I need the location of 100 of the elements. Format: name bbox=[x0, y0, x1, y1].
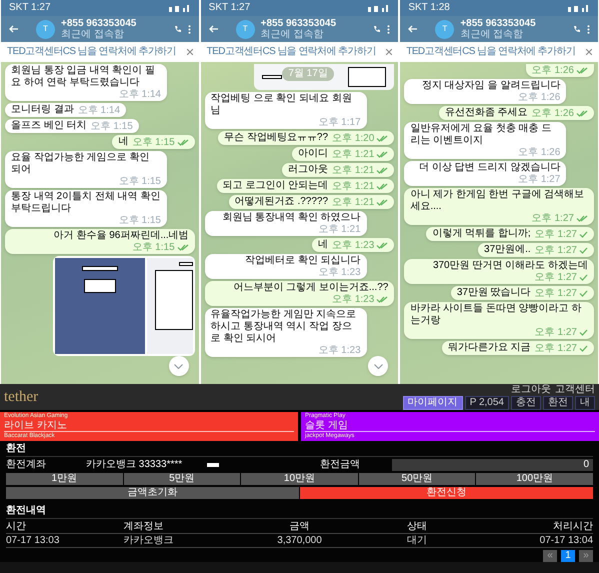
message-time: 오후 1:21 bbox=[332, 197, 374, 208]
message-time: 오후 1:21 bbox=[332, 181, 374, 192]
amount-button[interactable]: 100만원 bbox=[476, 473, 593, 485]
column-header: 시간 bbox=[6, 521, 27, 533]
message-text: 네 bbox=[118, 136, 128, 148]
redaction-box bbox=[178, 262, 193, 266]
header-link[interactable]: 고객센터 bbox=[555, 384, 595, 394]
message-text: 어느부분이 그렇게 보이는거죠...?? bbox=[233, 282, 388, 294]
amount-field[interactable]: 0 bbox=[392, 459, 593, 471]
site-logo[interactable]: tether bbox=[4, 390, 38, 404]
contact-name: +855 963353045 bbox=[260, 18, 338, 29]
amount-button[interactable]: 50만원 bbox=[358, 473, 476, 485]
message-text: 네 bbox=[318, 239, 328, 251]
status-time: SKT 1:27 bbox=[9, 3, 51, 13]
field-label: 환전계좌 bbox=[6, 459, 47, 471]
signal-icon bbox=[368, 4, 390, 12]
back-arrow-icon[interactable] bbox=[9, 25, 18, 33]
signal-icon bbox=[168, 4, 191, 12]
account-value: 카카오뱅크 33333**** bbox=[86, 459, 184, 471]
message-time: 오후 1:27 bbox=[534, 327, 577, 338]
column-header: 상태 bbox=[406, 521, 428, 533]
redaction-box bbox=[84, 279, 116, 293]
more-icon[interactable] bbox=[586, 24, 590, 34]
status-time: SKT 1:27 bbox=[208, 3, 250, 13]
message-time: 오후 1:23 bbox=[318, 345, 361, 356]
amount-button[interactable]: 1만원 bbox=[6, 473, 123, 485]
close-icon[interactable] bbox=[186, 49, 193, 55]
message-text: 어떻게된거죠 .????? bbox=[234, 196, 328, 208]
phone-icon[interactable] bbox=[373, 25, 382, 33]
status-time: SKT 1:28 bbox=[408, 3, 450, 13]
nav-button[interactable]: P 2,054 bbox=[464, 396, 509, 410]
scroll-down-button[interactable] bbox=[368, 356, 388, 376]
back-arrow-icon[interactable] bbox=[208, 25, 218, 33]
nav-button[interactable]: 내 bbox=[575, 396, 595, 410]
reset-button[interactable]: 금액초기화 bbox=[6, 487, 299, 499]
avatar: T bbox=[435, 20, 454, 38]
message-text: 아이디 bbox=[298, 148, 328, 160]
message-text: 뭐가다른가요 지금 bbox=[448, 342, 531, 354]
message-time: 오후 1:27 bbox=[534, 343, 577, 354]
message-time: 오후 1:21 bbox=[332, 149, 374, 160]
message-time: 오후 1:26 bbox=[518, 92, 560, 103]
nav-button[interactable]: 마이페이지 bbox=[402, 396, 463, 410]
table-cell-text: 07-17 13:04 bbox=[538, 534, 594, 547]
message-text: 정지 대상자임 을 알려드립니다 bbox=[422, 80, 560, 92]
message-time: 오후 1:27 bbox=[532, 213, 574, 224]
chevron-down-icon bbox=[374, 364, 383, 368]
add-contact-link[interactable]: TED고객센터CS 님을 연락처에 추가하기 bbox=[7, 47, 176, 57]
message-time: 오후 1:23 bbox=[332, 294, 374, 305]
message-time: 오후 1:15 bbox=[132, 137, 175, 148]
nav-button[interactable]: 충전 bbox=[511, 396, 541, 410]
contact-name: +855 963353045 bbox=[460, 18, 537, 29]
message-time: 오후 1:15 bbox=[132, 242, 175, 253]
nav-button[interactable]: 환전 bbox=[543, 396, 573, 410]
add-contact-link[interactable]: TED고객센터CS 님을 연락처에 추가하기 bbox=[206, 47, 376, 57]
submit-button[interactable]: 환전신청 bbox=[300, 487, 593, 499]
field-label: 환전금액 bbox=[320, 459, 361, 471]
more-icon[interactable] bbox=[387, 24, 390, 34]
phone-icon[interactable] bbox=[572, 25, 581, 33]
table-cell-text: 카카오뱅크 bbox=[123, 534, 174, 547]
column-header: 계좌정보 bbox=[123, 521, 164, 533]
redaction-box bbox=[348, 67, 386, 87]
table-cell-text: 3,370,000 bbox=[276, 534, 323, 547]
page-button[interactable]: 1 bbox=[561, 550, 575, 562]
date-chip: 7월 17일 bbox=[282, 67, 334, 81]
message-text: 러그아웃 bbox=[288, 164, 328, 176]
message-text: 아니 제가 한게임 한번 구글에 검색해보세요.... bbox=[410, 189, 586, 213]
message-time: 오후 1:23 bbox=[318, 267, 361, 278]
message-time: 오후 1:27 bbox=[518, 174, 560, 185]
screenshot-drawing[interactable] bbox=[52, 256, 195, 356]
chevron-down-icon bbox=[174, 364, 184, 368]
message-text: 회원님 통장내역 확인 하였으나 bbox=[222, 212, 361, 224]
message-text: 일반유저에게 요율 첫충 매충 드리는 이벤트이지 bbox=[410, 123, 552, 147]
section-title: 환전내역 bbox=[6, 505, 593, 519]
contact-status: 최근에 접속함 bbox=[260, 29, 324, 40]
column-header: 처리시간 bbox=[552, 521, 594, 533]
amount-button[interactable]: 5만원 bbox=[124, 473, 240, 485]
phone-icon[interactable] bbox=[174, 25, 182, 33]
close-icon[interactable] bbox=[586, 49, 592, 55]
message-time: 오후 1:21 bbox=[318, 224, 361, 235]
message-time: 오후 1:27 bbox=[534, 229, 577, 240]
table-cell-text: 07-17 13:03 bbox=[6, 534, 60, 547]
message-text: 이렇게 먹튀를 합니까; bbox=[432, 228, 531, 240]
header-link[interactable]: 로그아웃 bbox=[511, 384, 551, 394]
more-icon[interactable] bbox=[188, 24, 191, 34]
message-text: 모니터링 결과 bbox=[11, 104, 74, 116]
message-text: 37만원에.. bbox=[484, 244, 531, 256]
message-time: 오후 1:26 bbox=[532, 108, 574, 119]
scroll-down-button[interactable] bbox=[168, 356, 189, 376]
add-contact-link[interactable]: TED고객센터CS 님을 연락처에 추가하기 bbox=[406, 47, 576, 57]
close-icon[interactable] bbox=[386, 49, 392, 55]
avatar: T bbox=[36, 20, 55, 38]
message-time: 오후 1:26 bbox=[518, 147, 560, 158]
message-time: 오후 1:15 bbox=[118, 176, 161, 187]
redaction-box bbox=[154, 270, 193, 330]
amount-button[interactable]: 10만원 bbox=[241, 473, 358, 485]
back-arrow-icon[interactable] bbox=[408, 25, 418, 33]
message-text: 회원님 통장 입금 내역 확인이 필요 하여 연락 부탁드렸습니다 bbox=[11, 65, 156, 89]
promo-title: 슬롯 게임 bbox=[305, 420, 595, 432]
redaction-box bbox=[206, 462, 220, 468]
message-time: 오후 1:21 bbox=[332, 165, 374, 176]
